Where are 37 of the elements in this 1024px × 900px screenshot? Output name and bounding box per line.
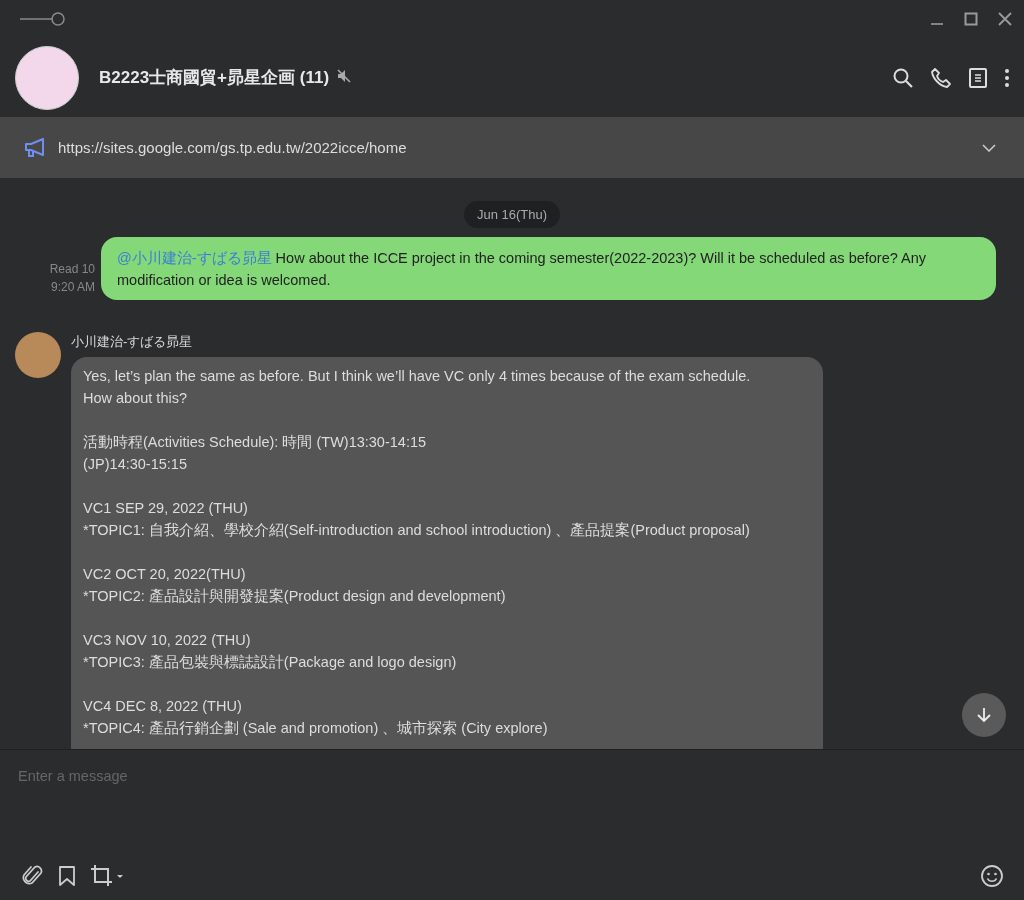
message-line: *TOPIC2: 產品設計與開發提案(Product design and development) [83,587,507,606]
message-line: VC4 DEC 8, 2022 (THU) [83,697,243,716]
slider-toggle-icon[interactable] [20,11,66,27]
message-line: *TOPIC1: 自我介紹、學校介紹(Self-introduction and school introduction) 、產品提案(Product proposal) [83,521,751,540]
more-options-icon[interactable] [1004,66,1010,89]
search-icon[interactable] [892,66,914,89]
bookmark-icon[interactable] [58,865,76,887]
message-line: How about this? [83,389,188,408]
message-time: 9:20 AM [50,279,95,296]
chat-title: B2223士商國貿+昴星企画 (11) [99,67,330,89]
phone-icon[interactable] [930,66,952,89]
emoji-icon[interactable] [980,864,1004,888]
message-text: @小川建治-すばる昴星 How about the ICCE project in the coming semester(2022-2023)? Will it be scheduled as before? Any modification or idea is welcomed. [117,249,928,290]
message-line: VC1 SEP 29, 2022 (THU) [83,499,249,518]
sender-name: 小川建治-すばる昴星 [71,333,194,351]
maximize-icon[interactable] [964,12,978,26]
sender-avatar[interactable] [15,332,61,378]
announcement-bar[interactable]: https://sites.google.com/gs.tp.edu.tw/2022icce/home [0,117,1024,178]
megaphone-icon [24,137,46,158]
chevron-down-icon[interactable] [982,143,996,152]
read-receipt: Read 10 [49,261,95,278]
notes-icon[interactable] [968,66,988,89]
date-divider: Jun 16(Thu) [463,201,561,228]
message-line: *TOPIC3: 產品包裝與標誌設計(Package and logo design) [83,653,458,672]
scroll-down-button[interactable] [962,693,1006,737]
message-line: (JP)14:30-15:15 [83,455,188,474]
arrow-down-icon [977,707,991,723]
message-line: 活動時程(Activities Schedule): 時間 (TW)13:30-14:15 [83,433,428,452]
message-line: VC3 NOV 10, 2022 (THU) [83,631,252,650]
message-line: Yes, let’s plan the same as before. But I think we’ll have VC only 4 times because of the exam schedule. [83,367,752,386]
message-line: *TOPIC4: 產品行銷企劃 (Sale and promotion) 、城市探索 (City explore) [83,719,549,738]
message-input[interactable]: Enter a message [18,764,1006,788]
announcement-link[interactable]: https://sites.google.com/gs.tp.edu.tw/2022icce/home [58,139,407,156]
close-icon[interactable] [998,12,1012,26]
crop-icon[interactable] [90,864,124,888]
message-line: VC2 OCT 20, 2022(THU) [83,565,247,584]
paperclip-icon[interactable] [22,864,44,888]
